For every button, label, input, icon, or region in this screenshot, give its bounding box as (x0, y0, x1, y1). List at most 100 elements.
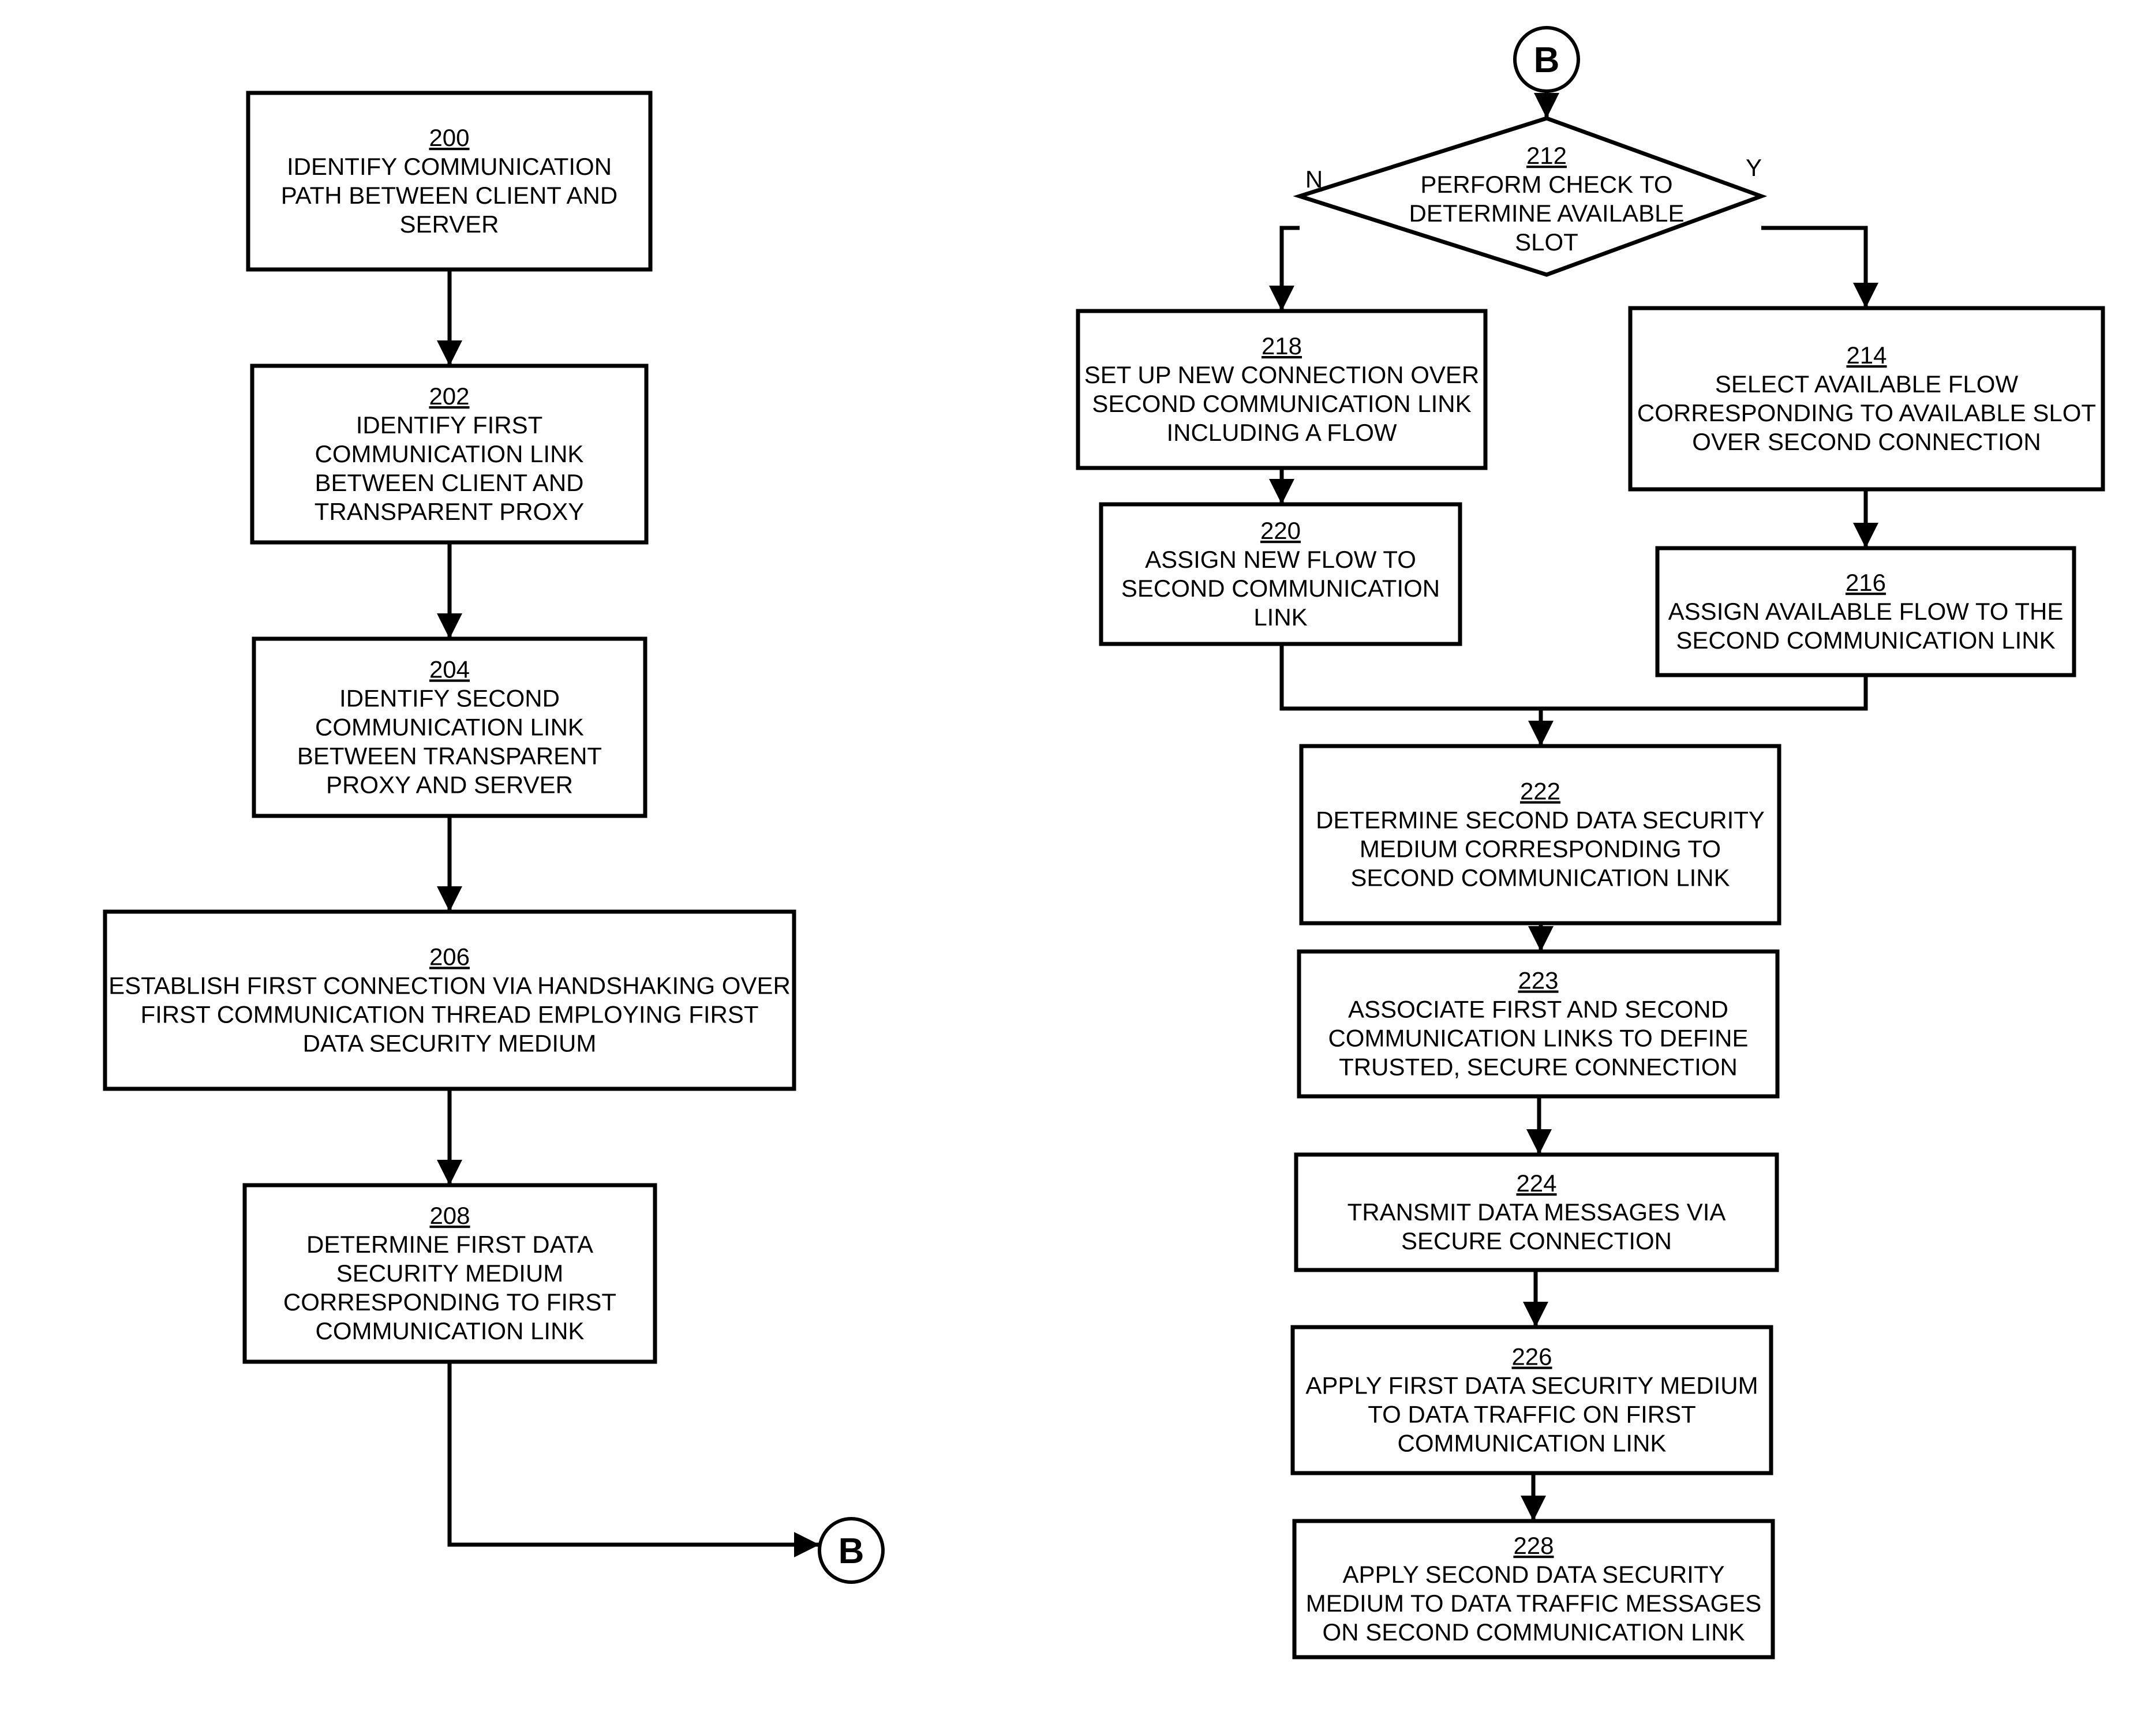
branch-label-no: N (1305, 166, 1323, 193)
arrowhead-icon (437, 613, 462, 639)
step-206-text-line: DATA SECURITY MEDIUM (303, 1030, 597, 1057)
step-204-text-line: IDENTIFY SECOND (339, 685, 560, 712)
connector-label: B (1534, 40, 1560, 80)
step-204-text-line: PROXY AND SERVER (326, 771, 573, 799)
step-218-number: 218 (1262, 332, 1302, 359)
process-box (103, 909, 796, 1091)
process-step-218: 218SET UP NEW CONNECTION OVERSECOND COMM… (1076, 309, 1488, 470)
step-226-text-line: COMMUNICATION LINK (1398, 1430, 1667, 1457)
arrowhead-icon (1526, 1129, 1552, 1155)
step-200-number: 200 (429, 124, 469, 151)
step-200-text-line: IDENTIFY COMMUNICATION (287, 153, 612, 180)
arrowhead-icon (1853, 283, 1878, 308)
step-218-text-line: INCLUDING A FLOW (1166, 419, 1397, 446)
step-214-text-line: OVER SECOND CONNECTION (1692, 428, 2041, 455)
step-216-text-line: ASSIGN AVAILABLE FLOW TO THE (1668, 598, 2064, 625)
step-223-text-line: COMMUNICATION LINKS TO DEFINE (1328, 1025, 1748, 1052)
step-220-text-line: SECOND COMMUNICATION (1121, 575, 1440, 602)
step-208-number: 208 (429, 1202, 470, 1229)
step-222-text-line: SECOND COMMUNICATION LINK (1350, 864, 1730, 891)
step-204-text-line: BETWEEN TRANSPARENT (297, 743, 602, 770)
arrowhead-icon (1853, 523, 1878, 548)
arrowhead-icon (794, 1532, 819, 1557)
step-200-text-line: PATH BETWEEN CLIENT AND (281, 182, 617, 209)
step-208-text-line: CORRESPONDING TO FIRST (283, 1288, 616, 1316)
arrowhead-icon (437, 1160, 462, 1185)
step-223-number: 223 (1518, 967, 1558, 994)
step-226-text-line: APPLY FIRST DATA SECURITY MEDIUM (1305, 1372, 1758, 1399)
step-223-text-line: TRUSTED, SECURE CONNECTION (1339, 1054, 1738, 1081)
process-step-206: 206ESTABLISH FIRST CONNECTION VIA HANDSH… (103, 909, 796, 1091)
step-202-number: 202 (429, 383, 469, 410)
offpage-connector-b-in: B (1513, 26, 1580, 93)
process-step-220: 220ASSIGN NEW FLOW TOSECOND COMMUNICATIO… (1099, 502, 1462, 646)
step-208-text-line: COMMUNICATION LINK (316, 1317, 585, 1344)
process-box (1299, 744, 1781, 926)
arrowhead-icon (1269, 286, 1294, 311)
step-224-number: 224 (1516, 1170, 1556, 1197)
step-222-number: 222 (1520, 778, 1560, 805)
decision-212: 212PERFORM CHECK TODETERMINE AVAILABLESL… (1293, 116, 1768, 277)
arrowhead-icon (1528, 926, 1554, 951)
process-step-226: 226APPLY FIRST DATA SECURITY MEDIUMTO DA… (1290, 1325, 1773, 1475)
step-206-text-line: ESTABLISH FIRST CONNECTION VIA HANDSHAKI… (108, 972, 791, 999)
process-step-223: 223ASSOCIATE FIRST AND SECONDCOMMUNICATI… (1297, 949, 1780, 1099)
step-226-text-line: TO DATA TRAFFIC ON FIRST (1368, 1401, 1696, 1428)
step-200-text-line: SERVER (400, 211, 499, 238)
flow-arrow (447, 1362, 819, 1547)
arrowhead-icon (437, 886, 462, 912)
step-222-text-line: DETERMINE SECOND DATA SECURITY (1316, 807, 1765, 834)
arrowhead-icon (437, 340, 462, 366)
flow-arrow (1761, 226, 1868, 308)
flowchart-diagram: 200IDENTIFY COMMUNICATIONPATH BETWEEN CL… (103, 26, 2105, 1659)
step-208-text-line: SECURITY MEDIUM (336, 1260, 564, 1287)
process-step-202: 202IDENTIFY FIRSTCOMMUNICATION LINKBETWE… (250, 364, 649, 545)
process-step-200: 200IDENTIFY COMMUNICATIONPATH BETWEEN CL… (246, 91, 653, 272)
arrowhead-icon (1269, 479, 1294, 504)
step-204-text-line: COMMUNICATION LINK (315, 714, 584, 741)
step-216-text-line: SECOND COMMUNICATION LINK (1676, 627, 2055, 654)
step-214-text-line: SELECT AVAILABLE FLOW (1715, 370, 2019, 398)
step-202-text-line: TRANSPARENT PROXY (315, 498, 585, 525)
decision-212-text-line: SLOT (1515, 228, 1578, 256)
step-218-text-line: SECOND COMMUNICATION LINK (1092, 390, 1471, 417)
step-214-text-line: CORRESPONDING TO AVAILABLE SLOT (1637, 399, 2096, 426)
arrowhead-icon (1528, 721, 1554, 746)
process-step-216: 216ASSIGN AVAILABLE FLOW TO THESECOND CO… (1655, 546, 2076, 677)
step-208-text-line: DETERMINE FIRST DATA (306, 1231, 593, 1258)
step-202-text-line: IDENTIFY FIRST (356, 411, 543, 439)
process-box (246, 91, 653, 272)
step-228-number: 228 (1513, 1532, 1554, 1559)
process-step-208: 208DETERMINE FIRST DATASECURITY MEDIUMCO… (242, 1183, 657, 1364)
step-220-text-line: LINK (1253, 604, 1307, 631)
step-228-text-line: MEDIUM TO DATA TRAFFIC MESSAGES (1306, 1590, 1762, 1617)
step-204-number: 204 (429, 656, 470, 683)
arrowhead-icon (1523, 1302, 1548, 1327)
decision-212-text-line: PERFORM CHECK TO (1420, 171, 1672, 198)
offpage-connector-b-out: B (818, 1517, 885, 1584)
step-222-text-line: MEDIUM CORRESPONDING TO (1360, 836, 1721, 863)
decision-212-text-line: DETERMINE AVAILABLE (1409, 200, 1685, 227)
step-228-text-line: APPLY SECOND DATA SECURITY (1342, 1561, 1724, 1588)
branch-label-yes: Y (1746, 154, 1762, 181)
flow-nodes: 200IDENTIFY COMMUNICATIONPATH BETWEEN CL… (103, 26, 2105, 1659)
step-224-text-line: TRANSMIT DATA MESSAGES VIA (1348, 1198, 1726, 1226)
process-step-228: 228APPLY SECOND DATA SECURITYMEDIUM TO D… (1292, 1519, 1775, 1659)
process-step-224: 224TRANSMIT DATA MESSAGES VIASECURE CONN… (1294, 1152, 1779, 1272)
step-202-text-line: COMMUNICATION LINK (315, 440, 584, 467)
process-step-204: 204IDENTIFY SECONDCOMMUNICATION LINKBETW… (252, 636, 647, 818)
step-216-number: 216 (1846, 569, 1886, 596)
step-220-text-line: ASSIGN NEW FLOW TO (1145, 546, 1416, 573)
arrowhead-icon (1521, 1496, 1546, 1521)
step-218-text-line: SET UP NEW CONNECTION OVER (1084, 361, 1480, 388)
process-box (1628, 306, 2105, 492)
connector-label: B (839, 1531, 864, 1571)
step-206-number: 206 (429, 943, 470, 971)
step-223-text-line: ASSOCIATE FIRST AND SECOND (1348, 996, 1728, 1023)
decision-212-number: 212 (1526, 142, 1567, 169)
process-step-214: 214SELECT AVAILABLE FLOWCORRESPONDING TO… (1628, 306, 2105, 492)
step-226-number: 226 (1511, 1343, 1552, 1370)
step-206-text-line: FIRST COMMUNICATION THREAD EMPLOYING FIR… (140, 1001, 758, 1028)
process-step-222: 222DETERMINE SECOND DATA SECURITYMEDIUM … (1299, 744, 1781, 926)
step-228-text-line: ON SECOND COMMUNICATION LINK (1323, 1619, 1745, 1646)
